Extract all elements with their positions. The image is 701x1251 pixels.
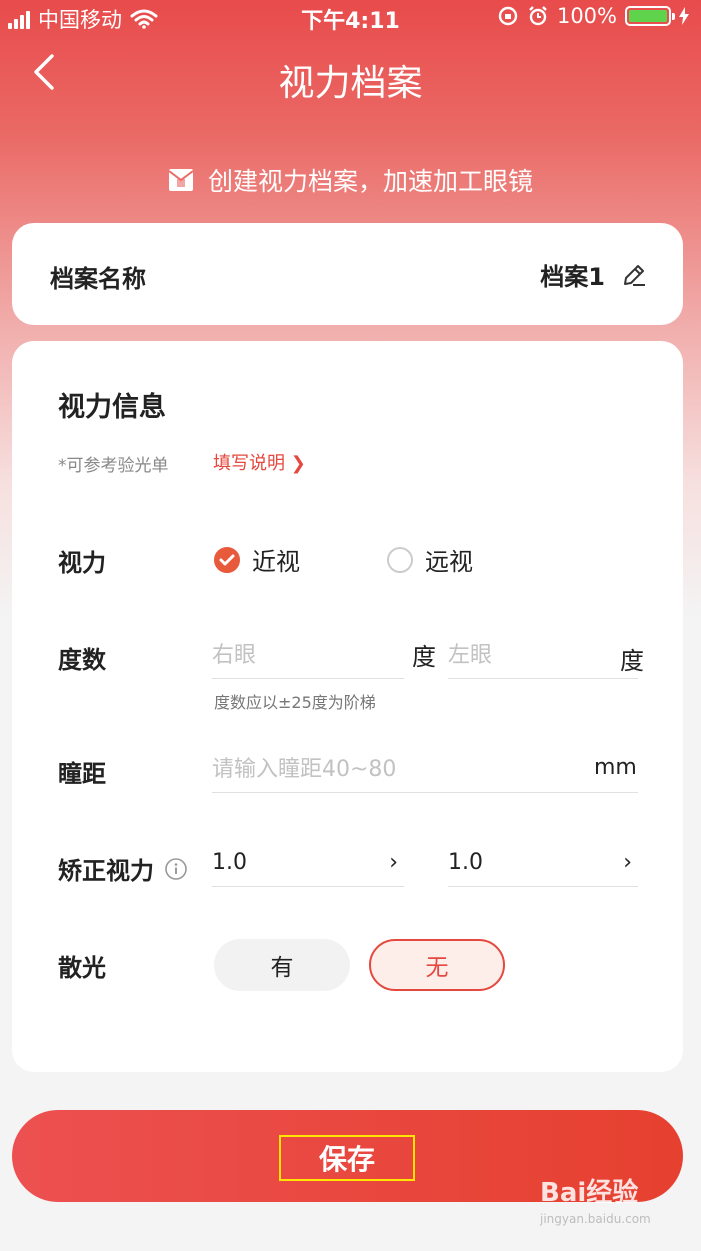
left-eye-degree-input[interactable] (448, 635, 638, 675)
profile-name-label: 档案名称 (50, 265, 146, 293)
page-title: 视力档案 (278, 63, 423, 104)
pupil-distance-field[interactable] (212, 749, 638, 793)
chevron-right-icon: › (389, 850, 398, 875)
banner-text: 创建视力档案，加速加工眼镜 (207, 167, 533, 196)
instructions-link[interactable]: 填写说明 ❯ (213, 449, 306, 475)
alarm-icon (529, 6, 547, 26)
battery-fill (629, 10, 667, 22)
hint-text: *可参考验光单 (58, 456, 169, 476)
battery-icon (625, 6, 675, 26)
left-eye-corrected-value: 1.0 (448, 850, 483, 875)
radio-myopia-label: 近视 (252, 548, 300, 576)
left-eye-corrected-select[interactable]: 1.0 › (448, 839, 638, 887)
radio-myopia[interactable]: 近视 (214, 542, 300, 577)
left-eye-degree-field[interactable] (448, 635, 638, 679)
orientation-lock-icon (498, 6, 518, 26)
right-eye-degree-input[interactable] (212, 635, 404, 675)
vision-info-card: 视力信息 *可参考验光单 填写说明 ❯ 视力 近视 远视 度数 度 度 度数应以… (12, 341, 683, 1072)
save-button-label: 保存 (279, 1135, 415, 1181)
radio-hyperopia-label: 远视 (425, 548, 473, 576)
nav-bar: 视力档案 (0, 40, 701, 112)
astigmatism-no-button[interactable]: 无 (369, 939, 505, 991)
check-circle-icon (214, 546, 240, 573)
pencil-icon[interactable] (621, 262, 647, 288)
chevron-right-icon: › (623, 850, 632, 875)
profile-name-edit[interactable]: 档案1 (540, 257, 647, 292)
pupil-distance-input[interactable] (212, 749, 638, 789)
profile-name-card: 档案名称 档案1 (12, 223, 683, 325)
status-bar: 中国移动 下午4:11 100% (0, 0, 701, 34)
banner: 创建视力档案，加速加工眼镜 (0, 162, 701, 198)
corrected-vision-label: 矫正视力 (58, 857, 154, 885)
right-eye-corrected-select[interactable]: 1.0 › (212, 839, 404, 887)
pupil-distance-unit: mm (594, 755, 637, 780)
circle-icon (387, 546, 413, 573)
degree-unit-left: 度 (620, 647, 644, 675)
astigmatism-label: 散光 (58, 954, 106, 982)
radio-hyperopia[interactable]: 远视 (387, 542, 473, 577)
pupil-distance-label: 瞳距 (58, 760, 106, 788)
degree-unit-right: 度 (412, 643, 436, 671)
vision-type-label: 视力 (58, 549, 106, 577)
info-icon[interactable] (164, 857, 188, 881)
right-eye-corrected-value: 1.0 (212, 850, 247, 875)
watermark-url: jingyan.baidu.com (540, 1212, 651, 1226)
profile-name-value: 档案1 (540, 263, 605, 291)
status-right: 100% (497, 4, 689, 28)
envelope-icon (168, 169, 194, 191)
right-eye-degree-field[interactable] (212, 635, 404, 679)
astigmatism-yes-button[interactable]: 有 (214, 939, 350, 991)
battery-percent: 100% (556, 4, 617, 28)
corrected-vision-row-label: 矫正视力 (58, 851, 188, 886)
degree-hint: 度数应以±25度为阶梯 (214, 693, 376, 712)
charging-icon (679, 7, 689, 25)
section-title: 视力信息 (58, 392, 166, 423)
degree-label: 度数 (58, 646, 106, 674)
